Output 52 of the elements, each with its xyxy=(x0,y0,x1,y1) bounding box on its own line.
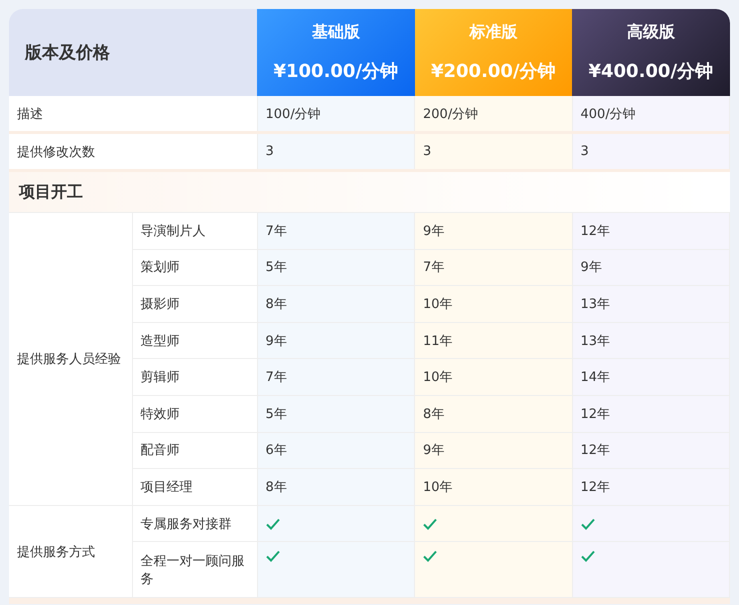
table-cell: 5年 xyxy=(257,395,414,432)
table-cell: 100/分钟 xyxy=(257,96,414,132)
table-cell: 11年 xyxy=(414,322,572,359)
table-cell: 10年 xyxy=(414,286,572,322)
table-cell: 8年 xyxy=(414,395,572,432)
group-label: 提供服务人员经验 xyxy=(9,212,132,506)
table-cell: 7年 xyxy=(257,212,414,250)
plan-price: ¥400.00/分钟 xyxy=(587,60,714,83)
table-cell: 400/分钟 xyxy=(572,96,730,132)
table-cell: 8年 xyxy=(257,286,414,322)
item-label: 全程一对一顾问服务 xyxy=(132,542,257,598)
table-cell: 13年 xyxy=(572,286,730,322)
table-cell: 9年 xyxy=(414,212,572,250)
item-label: 策划师 xyxy=(132,249,257,286)
section-title: 项目开工 xyxy=(9,170,730,212)
item-label: 摄影师 xyxy=(132,286,257,322)
item-label: 特效师 xyxy=(132,395,257,432)
table-cell: 9年 xyxy=(257,322,414,359)
table-cell: 3 xyxy=(257,132,414,170)
table-cell: 5年 xyxy=(257,249,414,286)
table-cell: 10年 xyxy=(414,358,572,396)
table-cell: 9年 xyxy=(572,249,730,286)
item-label: 项目经理 xyxy=(132,468,257,506)
table-cell: 12年 xyxy=(572,432,730,469)
item-label: 配音师 xyxy=(132,432,257,469)
table-cell: 12年 xyxy=(572,468,730,506)
table-cell: 14年 xyxy=(572,358,730,396)
group-label: 提供服务方式 xyxy=(9,505,132,598)
table-cell: 200/分钟 xyxy=(414,96,572,132)
plan-price: ¥200.00/分钟 xyxy=(430,60,557,83)
plan-name: 高级版 xyxy=(626,22,676,43)
row-label: 描述 xyxy=(9,96,257,132)
table-cell: 7年 xyxy=(414,249,572,286)
plan-name: 基础版 xyxy=(310,22,361,43)
row-label: 提供修改次数 xyxy=(9,132,257,170)
table-cell: 12年 xyxy=(572,395,730,432)
plan-name: 标准版 xyxy=(468,22,518,43)
item-label: 导演制片人 xyxy=(132,212,257,250)
table-cell: 13年 xyxy=(572,322,730,359)
table-cell: 8年 xyxy=(257,468,414,506)
item-label: 剪辑师 xyxy=(132,358,257,396)
item-label: 专属服务对接群 xyxy=(132,505,257,542)
plan-price: ¥100.00/分钟 xyxy=(272,60,400,83)
table-cell: 12年 xyxy=(572,212,730,250)
table-cell: 10年 xyxy=(414,468,572,506)
table-cell: 3 xyxy=(414,132,572,170)
table-cell: 3 xyxy=(572,132,730,170)
table-header-title: 版本及价格 xyxy=(9,9,257,96)
item-label: 造型师 xyxy=(132,322,257,359)
table-cell: 7年 xyxy=(257,358,414,396)
table-cell: 6年 xyxy=(257,432,414,469)
table-cell: 9年 xyxy=(414,432,572,469)
